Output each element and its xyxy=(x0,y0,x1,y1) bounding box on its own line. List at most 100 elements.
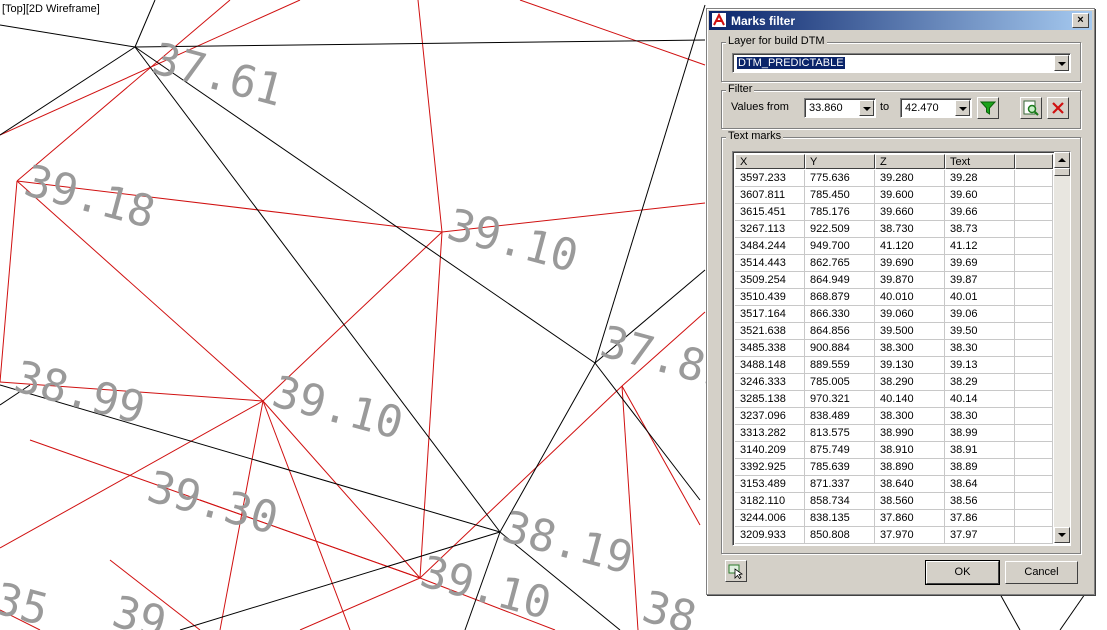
cell-filler xyxy=(1015,510,1053,526)
filter-group-label: Filter xyxy=(726,83,755,95)
cell-x: 3153.489 xyxy=(735,476,805,492)
cell-y: 862.765 xyxy=(805,255,875,271)
scroll-up-icon[interactable] xyxy=(1054,152,1070,168)
cell-x: 3140.209 xyxy=(735,442,805,458)
from-value: 33.860 xyxy=(809,102,843,114)
cell-x: 3285.138 xyxy=(735,391,805,407)
cell-y: 864.949 xyxy=(805,272,875,288)
list-scrollbar[interactable] xyxy=(1054,152,1070,543)
table-row[interactable]: 3607.811 785.450 39.600 39.60 xyxy=(735,187,1053,204)
cell-filler xyxy=(1015,374,1053,390)
table-row[interactable]: 3509.254 864.949 39.870 39.87 xyxy=(735,272,1053,289)
cell-y: 785.005 xyxy=(805,374,875,390)
ok-button[interactable]: OK xyxy=(925,560,1000,585)
column-header-filler xyxy=(1015,154,1053,169)
chevron-down-icon[interactable] xyxy=(859,100,874,116)
table-row[interactable]: 3153.489 871.337 38.640 38.64 xyxy=(735,476,1053,493)
cell-text: 39.66 xyxy=(945,204,1015,220)
list-rows: 3597.233 775.636 39.280 39.28 3607.811 785.45… xyxy=(735,170,1053,544)
cancel-button[interactable]: Cancel xyxy=(1005,561,1078,584)
cell-z: 39.130 xyxy=(875,357,945,373)
table-row[interactable]: 3514.443 862.765 39.690 39.69 xyxy=(735,255,1053,272)
table-row[interactable]: 3484.244 949.700 41.120 41.12 xyxy=(735,238,1053,255)
table-row[interactable]: 3182.110 858.734 38.560 38.56 xyxy=(735,493,1053,510)
cell-y: 949.700 xyxy=(805,238,875,254)
cell-filler xyxy=(1015,272,1053,288)
cell-z: 38.300 xyxy=(875,408,945,424)
table-row[interactable]: 3267.113 922.509 38.730 38.73 xyxy=(735,221,1053,238)
cell-filler xyxy=(1015,442,1053,458)
cell-text: 38.73 xyxy=(945,221,1015,237)
cell-text: 40.01 xyxy=(945,289,1015,305)
cell-y: 775.636 xyxy=(805,170,875,186)
mark-label: 38 xyxy=(637,581,701,630)
from-value-select[interactable]: 33.860 xyxy=(804,98,876,118)
cell-z: 38.300 xyxy=(875,340,945,356)
table-row[interactable]: 3285.138 970.321 40.140 40.14 xyxy=(735,391,1053,408)
table-row[interactable]: 3521.638 864.856 39.500 39.50 xyxy=(735,323,1053,340)
to-value: 42.470 xyxy=(905,102,939,114)
pick-marks-button[interactable] xyxy=(725,560,747,582)
table-row[interactable]: 3615.451 785.176 39.660 39.66 xyxy=(735,204,1053,221)
cell-filler xyxy=(1015,391,1053,407)
cell-x: 3607.811 xyxy=(735,187,805,203)
table-row[interactable]: 3485.338 900.884 38.300 38.30 xyxy=(735,340,1053,357)
table-row[interactable]: 3237.096 838.489 38.300 38.30 xyxy=(735,408,1053,425)
table-row[interactable]: 3244.006 838.135 37.860 37.86 xyxy=(735,510,1053,527)
layer-group-label: Layer for build DTM xyxy=(726,35,827,47)
cell-x: 3597.233 xyxy=(735,170,805,186)
column-header-z[interactable]: Z xyxy=(875,154,945,169)
cell-x: 3484.244 xyxy=(735,238,805,254)
table-row[interactable]: 3488.148 889.559 39.130 39.13 xyxy=(735,357,1053,374)
column-header-x[interactable]: X xyxy=(735,154,805,169)
viewport-label[interactable]: [Top][2D Wireframe] xyxy=(2,3,100,15)
cell-filler xyxy=(1015,255,1053,271)
cell-filler xyxy=(1015,238,1053,254)
layer-select[interactable]: DTM_PREDICTABLE xyxy=(732,53,1071,73)
table-row[interactable]: 3597.233 775.636 39.280 39.28 xyxy=(735,170,1053,187)
chevron-down-icon[interactable] xyxy=(955,100,970,116)
cell-z: 39.500 xyxy=(875,323,945,339)
cell-x: 3509.254 xyxy=(735,272,805,288)
cell-z: 39.870 xyxy=(875,272,945,288)
cell-x: 3510.439 xyxy=(735,289,805,305)
column-header-text[interactable]: Text xyxy=(945,154,1015,169)
scroll-thumb[interactable] xyxy=(1054,168,1070,176)
table-row[interactable]: 3392.925 785.639 38.890 38.89 xyxy=(735,459,1053,476)
dialog-title: Marks filter xyxy=(731,14,796,28)
cell-text: 39.13 xyxy=(945,357,1015,373)
zoom-to-mark-button[interactable] xyxy=(1020,97,1042,119)
cell-x: 3392.925 xyxy=(735,459,805,475)
text-marks-list[interactable]: X Y Z Text 3597.233 775.636 39.280 39.28 360… xyxy=(732,151,1071,546)
autocad-app-icon xyxy=(712,13,726,27)
cell-text: 39.50 xyxy=(945,323,1015,339)
column-header-y[interactable]: Y xyxy=(805,154,875,169)
table-row[interactable]: 3209.933 850.808 37.970 37.97 xyxy=(735,527,1053,544)
cell-filler xyxy=(1015,493,1053,509)
delete-mark-button[interactable] xyxy=(1047,97,1069,119)
cell-z: 38.640 xyxy=(875,476,945,492)
cell-z: 39.660 xyxy=(875,204,945,220)
table-row[interactable]: 3140.209 875.749 38.910 38.91 xyxy=(735,442,1053,459)
table-row[interactable]: 3246.333 785.005 38.290 38.29 xyxy=(735,374,1053,391)
chevron-down-icon[interactable] xyxy=(1054,55,1069,71)
mark-label: 39 xyxy=(107,586,171,630)
cell-y: 889.559 xyxy=(805,357,875,373)
cell-y: 838.489 xyxy=(805,408,875,424)
table-row[interactable]: 3510.439 868.879 40.010 40.01 xyxy=(735,289,1053,306)
cell-y: 871.337 xyxy=(805,476,875,492)
table-row[interactable]: 3517.164 866.330 39.060 39.06 xyxy=(735,306,1053,323)
dialog-titlebar[interactable]: Marks filter × xyxy=(709,11,1092,30)
cell-filler xyxy=(1015,323,1053,339)
cell-text: 38.64 xyxy=(945,476,1015,492)
cell-x: 3517.164 xyxy=(735,306,805,322)
to-value-select[interactable]: 42.470 xyxy=(900,98,972,118)
close-icon[interactable]: × xyxy=(1072,13,1089,28)
cell-y: 868.879 xyxy=(805,289,875,305)
table-row[interactable]: 3313.282 813.575 38.990 38.99 xyxy=(735,425,1053,442)
red-x-icon xyxy=(1052,102,1064,114)
to-label: to xyxy=(880,101,890,113)
apply-filter-button[interactable] xyxy=(977,97,999,119)
scroll-down-icon[interactable] xyxy=(1054,527,1070,543)
cell-x: 3485.338 xyxy=(735,340,805,356)
